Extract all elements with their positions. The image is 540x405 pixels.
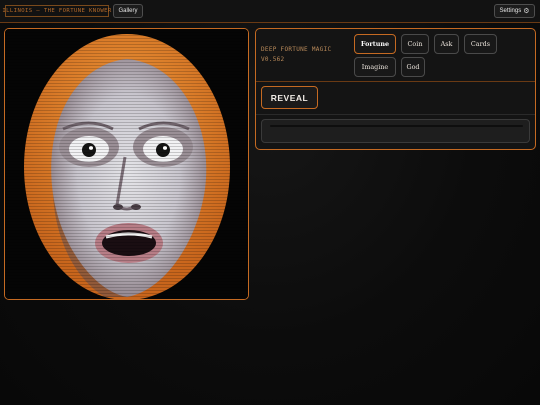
fortune-image-panel	[4, 28, 249, 300]
divider	[256, 81, 535, 82]
reveal-button[interactable]: REVEAL	[261, 86, 318, 109]
mode-imagine-button[interactable]: Imagine	[354, 57, 396, 77]
mode-cards-button[interactable]: Cards	[464, 34, 497, 54]
gallery-button[interactable]: Gallery	[113, 4, 143, 18]
app-title: ILLINOIS — THE FORTUNE KNOWER	[2, 5, 111, 17]
divider	[256, 114, 535, 115]
output-text	[270, 125, 523, 127]
settings-label: Settings	[499, 8, 522, 14]
panel-title: DEEP FORTUNE MAGIC V0.562	[261, 45, 349, 65]
mode-fortune-button[interactable]: Fortune	[354, 34, 396, 54]
fortune-output-box	[261, 119, 530, 143]
mode-coin-button[interactable]: Coin	[401, 34, 429, 54]
mode-god-button[interactable]: God	[401, 57, 425, 77]
settings-button[interactable]: Settings ⚙	[494, 4, 535, 18]
gear-icon: ⚙	[523, 8, 530, 15]
control-panel: DEEP FORTUNE MAGIC V0.562 Fortune Coin A…	[255, 28, 536, 150]
mode-ask-button[interactable]: Ask	[434, 34, 459, 54]
panel-version: V0.562	[261, 56, 285, 63]
panel-title-name: DEEP FORTUNE MAGIC	[261, 46, 332, 53]
fortune-teller-image	[5, 29, 248, 299]
top-bar: ILLINOIS — THE FORTUNE KNOWER Gallery Se…	[0, 0, 540, 23]
